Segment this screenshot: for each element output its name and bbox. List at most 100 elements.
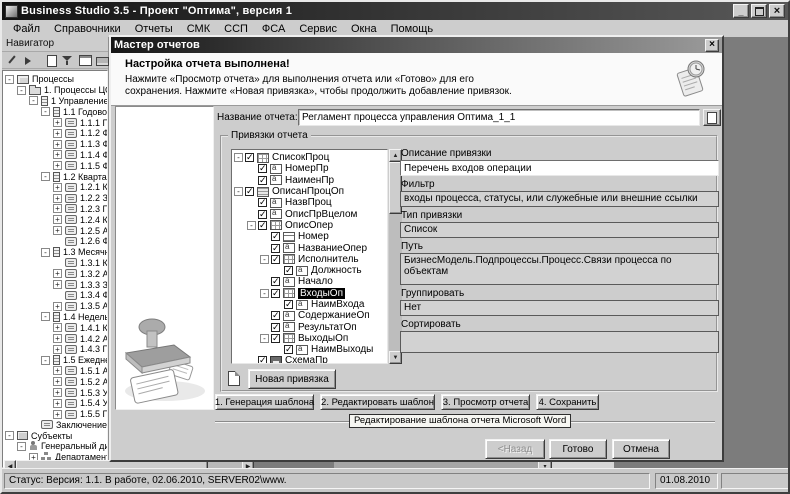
tree-item[interactable]: +1.2.1 Кор xyxy=(5,182,107,193)
binding-tree-item[interactable]: Должность xyxy=(234,265,387,276)
minus-expander-icon[interactable]: - xyxy=(5,75,14,84)
restore-icon[interactable] xyxy=(751,4,767,18)
menu-item-Помощь[interactable]: Помощь xyxy=(384,22,441,36)
menu-item-Сервис[interactable]: Сервис xyxy=(292,22,344,36)
checkbox[interactable] xyxy=(284,345,293,354)
checkbox[interactable] xyxy=(271,232,280,241)
checkbox[interactable] xyxy=(271,311,280,320)
binding-tree-item[interactable]: РезультатОп xyxy=(234,321,387,332)
tree-item[interactable]: +1.1.3 Фор xyxy=(5,139,107,150)
minus-expander-icon[interactable]: - xyxy=(260,334,269,343)
plus-expander-icon[interactable]: + xyxy=(53,161,62,170)
binding-tree-item[interactable]: СодержаниеОп xyxy=(234,310,387,321)
report-name-input[interactable] xyxy=(298,109,700,126)
checkbox[interactable] xyxy=(271,244,280,253)
minus-expander-icon[interactable]: - xyxy=(41,172,50,181)
tree-item[interactable]: -1. Процессы ЦО xyxy=(5,85,107,96)
checkbox[interactable] xyxy=(271,277,280,286)
plus-expander-icon[interactable]: + xyxy=(53,399,62,408)
binding-tree-item[interactable]: -Исполнитель xyxy=(234,254,387,265)
checkbox[interactable] xyxy=(245,187,254,196)
tree-item[interactable]: +1.4.2 Ана xyxy=(5,333,107,344)
plus-expander-icon[interactable]: + xyxy=(53,410,62,419)
tree-item[interactable]: +1.5.3 Уче xyxy=(5,387,107,398)
doc-icon[interactable] xyxy=(43,53,59,68)
binding-tree-item[interactable]: НазваниеОпер xyxy=(234,242,387,253)
tree-item[interactable]: +1.2.2 Зак xyxy=(5,193,107,204)
minus-expander-icon[interactable]: - xyxy=(260,255,269,264)
plus-expander-icon[interactable]: + xyxy=(53,215,62,224)
binding-tree-item[interactable]: Начало xyxy=(234,276,387,287)
menu-item-Справочники[interactable]: Справочники xyxy=(47,22,128,36)
binding-tree-item[interactable]: НаименПр xyxy=(234,175,387,186)
checkbox[interactable] xyxy=(258,198,267,207)
plus-expander-icon[interactable]: + xyxy=(53,323,62,332)
binding-description-input[interactable] xyxy=(400,160,719,176)
minus-expander-icon[interactable]: - xyxy=(41,312,50,321)
plus-expander-icon[interactable]: + xyxy=(53,345,62,354)
plus-expander-icon[interactable]: + xyxy=(53,204,62,213)
tree-item[interactable]: -Субъекты xyxy=(5,430,107,441)
binding-tree-item[interactable]: НаимВыходы xyxy=(234,344,387,355)
step-button-3[interactable]: 3. Просмотр отчета xyxy=(441,394,530,410)
checkbox[interactable] xyxy=(258,356,267,364)
checkbox[interactable] xyxy=(271,255,280,264)
checkbox[interactable] xyxy=(258,164,267,173)
checkbox[interactable] xyxy=(245,153,254,162)
tree-item[interactable]: +1.5.5 Пла xyxy=(5,409,107,420)
binding-tree-item[interactable]: НаимВхода xyxy=(234,299,387,310)
binding-tree-item[interactable]: -ВходыОп xyxy=(234,288,387,299)
plus-expander-icon[interactable]: + xyxy=(53,377,62,386)
tree-item[interactable]: -1.2 Квартал xyxy=(5,171,107,182)
plus-expander-icon[interactable]: + xyxy=(53,140,62,149)
window-icon[interactable] xyxy=(77,53,93,68)
minus-expander-icon[interactable]: - xyxy=(234,153,243,162)
checkbox[interactable] xyxy=(258,221,267,230)
tree-item[interactable]: +1.2.5 Ана xyxy=(5,225,107,236)
tree-item[interactable]: +1.4.1 Кон xyxy=(5,322,107,333)
minus-expander-icon[interactable]: - xyxy=(41,107,50,116)
filter-icon[interactable] xyxy=(60,53,76,68)
tree-item[interactable]: +1.4.3 Пла xyxy=(5,344,107,355)
menu-item-Файл[interactable]: Файл xyxy=(6,22,47,36)
step-button-2[interactable]: 2. Редактировать шаблон xyxy=(320,394,435,410)
binding-tree-item[interactable]: -ВыходыОп xyxy=(234,333,387,344)
plus-expander-icon[interactable]: + xyxy=(53,366,62,375)
tree-item[interactable]: -Процессы xyxy=(5,74,107,85)
menu-item-ССП[interactable]: ССП xyxy=(217,22,255,36)
plus-expander-icon[interactable]: + xyxy=(53,129,62,138)
plus-expander-icon[interactable]: + xyxy=(53,280,62,289)
tree-item[interactable]: +1.2.4 Кор xyxy=(5,214,107,225)
minus-expander-icon[interactable]: - xyxy=(260,289,269,298)
tree-item[interactable]: Заключение дог xyxy=(5,420,107,431)
checkbox[interactable] xyxy=(258,210,267,219)
plus-expander-icon[interactable]: + xyxy=(53,269,62,278)
minus-expander-icon[interactable]: - xyxy=(234,187,243,196)
plus-expander-icon[interactable]: + xyxy=(53,183,62,192)
checkbox[interactable] xyxy=(271,289,280,298)
step-button-4[interactable]: 4. Сохранить xyxy=(536,394,599,410)
tree-item[interactable]: -1.3 Месячны xyxy=(5,247,107,258)
binding-tree-item[interactable]: Номер xyxy=(234,231,387,242)
menu-item-Окна[interactable]: Окна xyxy=(344,22,384,36)
checkbox[interactable] xyxy=(271,334,280,343)
tree-item[interactable]: +1.5.4 Учё xyxy=(5,398,107,409)
minus-expander-icon[interactable]: - xyxy=(5,431,14,440)
binding-tree-item[interactable]: ОписПрВцелом xyxy=(234,208,387,219)
cancel-button[interactable]: Отмена xyxy=(612,439,670,459)
tree-item[interactable]: -1.4 Недельн xyxy=(5,312,107,323)
binding-tree-item[interactable]: -ОписанПроцОп xyxy=(234,186,387,197)
plus-expander-icon[interactable]: + xyxy=(53,334,62,343)
tree-item[interactable]: 1.3.4 Фор xyxy=(5,290,107,301)
tree-item[interactable]: -1.5 Ежедне xyxy=(5,355,107,366)
binding-tree-item[interactable]: НомерПр xyxy=(234,163,387,174)
tree-item[interactable]: 1.2.6 Фор xyxy=(5,236,107,247)
print-icon[interactable] xyxy=(94,53,110,68)
checkbox[interactable] xyxy=(284,266,293,275)
minus-expander-icon[interactable]: - xyxy=(41,248,50,257)
tree-item[interactable]: 1.3.1 Кор xyxy=(5,258,107,269)
finish-button[interactable]: Готово xyxy=(549,439,607,459)
close-button[interactable]: × xyxy=(769,4,785,18)
tree-item[interactable]: +1.5.2 Ана xyxy=(5,376,107,387)
binding-tree-item[interactable]: СхемаПр xyxy=(234,355,387,364)
